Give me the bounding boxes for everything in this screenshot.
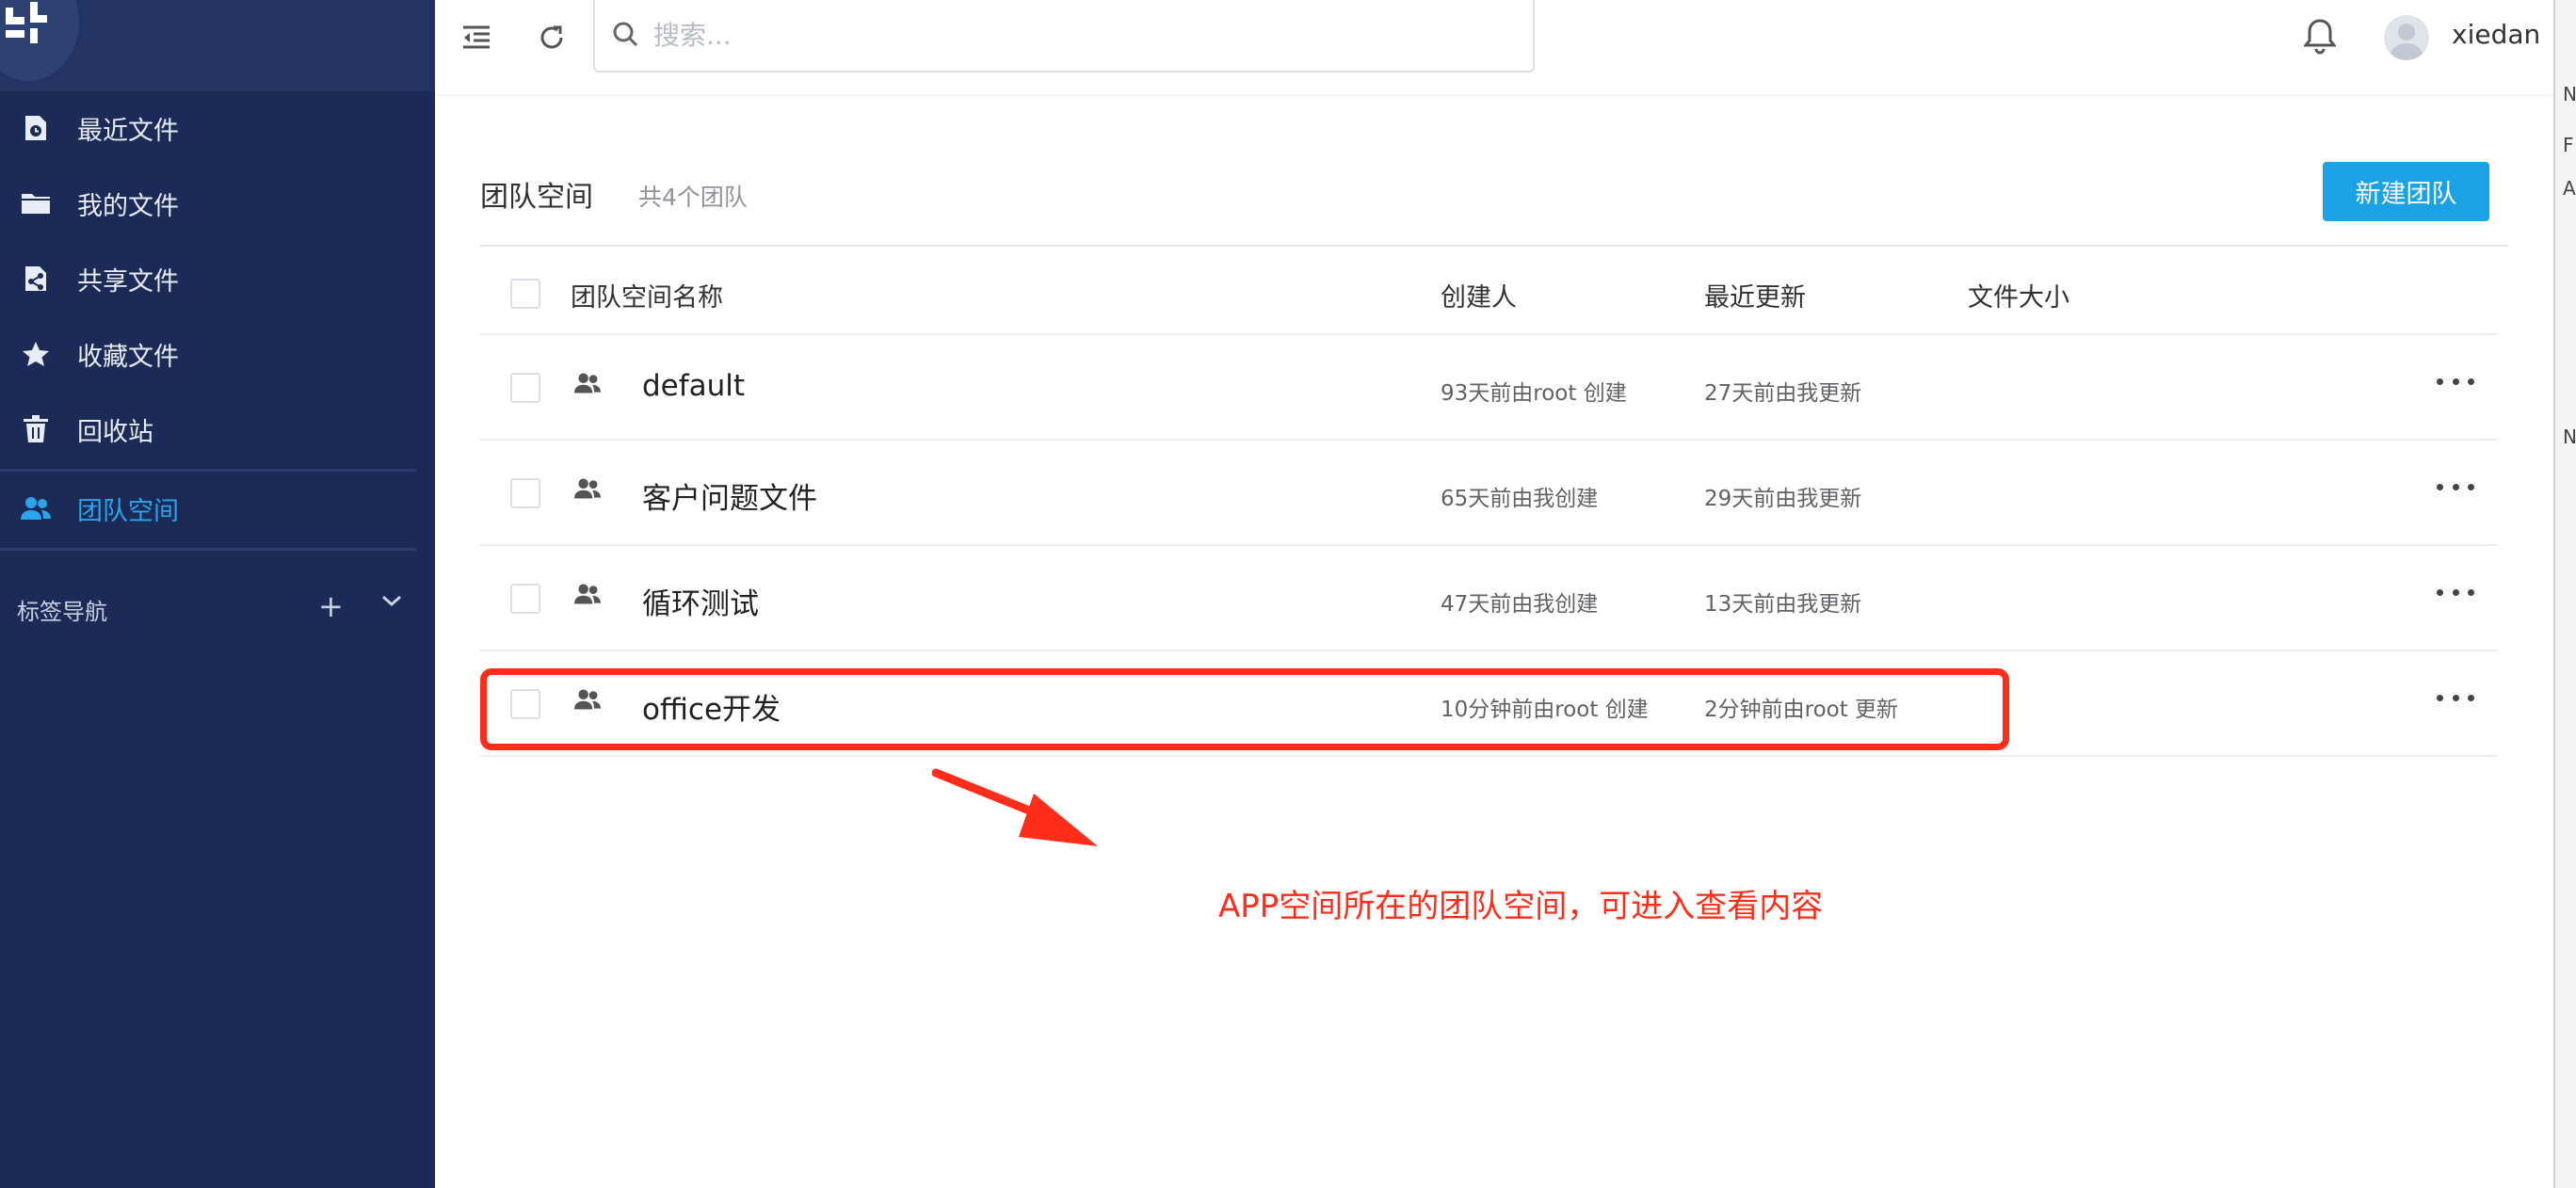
new-team-button[interactable]: 新建团队 bbox=[2323, 162, 2489, 221]
tag-nav-label: 标签导航 bbox=[17, 599, 107, 625]
top-header: xiedan bbox=[435, 0, 2553, 94]
sidebar-item-recent[interactable]: 最近文件 bbox=[0, 90, 435, 166]
sidebar-item-shared[interactable]: 共享文件 bbox=[0, 241, 435, 316]
more-options-icon[interactable] bbox=[2437, 367, 2474, 395]
team-icon bbox=[574, 476, 601, 505]
table-row[interactable]: 循环测试 47天前由我创建 13天前由我更新 bbox=[480, 546, 2497, 651]
team-count: 共4个团队 bbox=[638, 184, 748, 211]
annotation-highlight-box bbox=[480, 668, 2009, 750]
logo-area bbox=[0, 0, 435, 91]
row-checkbox[interactable] bbox=[510, 584, 540, 614]
team-updated: 27天前由我更新 bbox=[1704, 381, 1862, 406]
team-creator: 65天前由我创建 bbox=[1441, 487, 1599, 511]
column-header-updated[interactable]: 最近更新 bbox=[1704, 277, 1806, 313]
more-options-icon[interactable] bbox=[2437, 473, 2474, 501]
share-file-icon bbox=[19, 262, 53, 296]
column-header-creator[interactable]: 创建人 bbox=[1441, 277, 1517, 313]
collapse-menu-icon[interactable] bbox=[458, 19, 495, 56]
team-name[interactable]: 循环测试 bbox=[642, 580, 759, 622]
title-divider bbox=[480, 245, 2508, 247]
column-header-size[interactable]: 文件大小 bbox=[1968, 277, 2069, 313]
team-name[interactable]: default bbox=[642, 369, 745, 403]
edge-letter: N bbox=[2563, 425, 2576, 448]
more-options-icon[interactable] bbox=[2437, 683, 2474, 712]
sidebar-item-label: 我的文件 bbox=[77, 191, 179, 221]
team-updated: 29天前由我更新 bbox=[1704, 487, 1862, 511]
search-box bbox=[593, 0, 1535, 72]
sidebar-item-favorites[interactable]: 收藏文件 bbox=[0, 316, 435, 392]
star-icon bbox=[19, 337, 53, 371]
team-icon bbox=[19, 491, 53, 525]
team-name[interactable]: 客户问题文件 bbox=[642, 474, 817, 517]
logo-icon bbox=[6, 2, 47, 43]
table-row[interactable]: 客户问题文件 65天前由我创建 29天前由我更新 bbox=[480, 441, 2497, 546]
sidebar-item-team-space[interactable]: 团队空间 bbox=[0, 471, 435, 546]
annotation-text: APP空间所在的团队空间，可进入查看内容 bbox=[1218, 888, 1824, 925]
sidebar-item-label: 最近文件 bbox=[77, 116, 179, 146]
refresh-icon[interactable] bbox=[533, 19, 571, 56]
page-title: 团队空间 bbox=[480, 181, 593, 214]
sidebar-item-label: 收藏文件 bbox=[77, 342, 179, 372]
sidebar-item-my-files[interactable]: 我的文件 bbox=[0, 166, 435, 241]
folder-icon bbox=[19, 186, 53, 220]
edge-letter: A bbox=[2563, 177, 2576, 200]
annotation-arrow-icon bbox=[931, 767, 1102, 856]
tag-add-button[interactable]: + bbox=[318, 588, 344, 624]
search-input[interactable] bbox=[653, 20, 1501, 51]
team-icon bbox=[574, 582, 601, 610]
sidebar-divider bbox=[0, 548, 416, 551]
adjacent-window-edge: N F A N bbox=[2553, 0, 2576, 1188]
sidebar-item-label: 回收站 bbox=[77, 417, 153, 447]
table-row[interactable]: default 93天前由root 创建 27天前由我更新 bbox=[480, 335, 2497, 441]
select-all-checkbox[interactable] bbox=[510, 279, 540, 309]
edge-letter: F bbox=[2563, 134, 2574, 156]
sidebar-item-trash[interactable]: 回收站 bbox=[0, 392, 435, 467]
sidebar-item-label: 团队空间 bbox=[77, 496, 179, 526]
edge-letter: N bbox=[2563, 83, 2576, 105]
table-header: 团队空间名称 创建人 最近更新 文件大小 bbox=[480, 254, 2497, 335]
row-checkbox[interactable] bbox=[510, 478, 540, 508]
team-creator: 93天前由root 创建 bbox=[1441, 381, 1627, 406]
username[interactable]: xiedan bbox=[2452, 19, 2540, 50]
app-logo[interactable] bbox=[0, 0, 79, 81]
search-icon bbox=[612, 21, 638, 51]
trash-icon bbox=[19, 412, 53, 446]
team-creator: 47天前由我创建 bbox=[1441, 592, 1599, 617]
column-header-name[interactable]: 团队空间名称 bbox=[571, 277, 723, 313]
team-updated: 13天前由我更新 bbox=[1704, 592, 1862, 617]
avatar[interactable] bbox=[2384, 15, 2429, 60]
chevron-down-icon[interactable] bbox=[380, 593, 403, 612]
sidebar-item-label: 共享文件 bbox=[77, 266, 179, 297]
recent-file-icon bbox=[19, 111, 53, 145]
team-icon bbox=[574, 371, 601, 399]
row-checkbox[interactable] bbox=[510, 373, 540, 403]
sidebar: 最近文件 我的文件 共享文件 收藏文件 回收站 团队空间 标签导航 + bbox=[0, 0, 435, 1188]
more-options-icon[interactable] bbox=[2437, 578, 2474, 606]
bell-icon[interactable] bbox=[2302, 17, 2338, 58]
